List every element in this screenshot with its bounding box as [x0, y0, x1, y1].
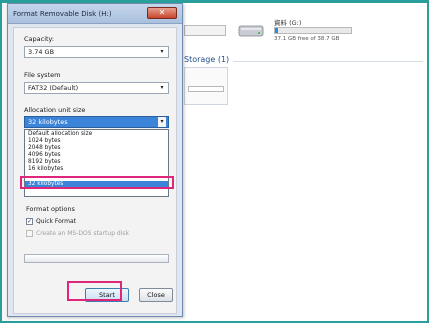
- chevron-down-icon: ▾: [160, 84, 164, 91]
- start-button[interactable]: Start: [85, 288, 129, 302]
- capacity-label: Capacity:: [24, 35, 55, 43]
- allocation-value: 32 kilobytes: [28, 118, 68, 126]
- allocation-dropdown-list: Default allocation size 1024 bytes 2048 …: [24, 129, 169, 197]
- capacity-value: 3.74 GB: [28, 48, 55, 56]
- allocation-option[interactable]: 16 kilobytes: [25, 166, 168, 173]
- chevron-down-icon: ▾: [160, 48, 164, 55]
- format-dialog: Format Removable Disk (H:) ✕ Capacity: 3…: [7, 3, 183, 317]
- filesystem-select[interactable]: FAT32 (Default) ▾: [24, 82, 169, 94]
- allocation-option[interactable]: 1024 bytes: [25, 138, 168, 145]
- dialog-titlebar[interactable]: Format Removable Disk (H:) ✕: [8, 4, 182, 24]
- allocation-option[interactable]: 2048 bytes: [25, 145, 168, 152]
- allocation-select[interactable]: 32 kilobytes ▾: [24, 116, 169, 128]
- section-divider: [233, 61, 423, 62]
- filesystem-label: File system: [24, 71, 61, 79]
- drive-g-item[interactable]: 資料 (G:) 37.1 GB free of 38.7 GB: [238, 17, 388, 45]
- msdos-startup-label: Create an MS-DOS startup disk: [36, 230, 130, 237]
- drive-g-usage-fill: [275, 28, 279, 33]
- checkbox-icon: [26, 230, 33, 237]
- capacity-select[interactable]: 3.74 GB ▾: [24, 46, 169, 58]
- drive-g-name: 資料 (G:): [274, 19, 302, 27]
- format-progress-bar: [24, 254, 169, 263]
- drive-usage-bar: [184, 25, 226, 36]
- allocation-option[interactable]: 8192 bytes: [25, 159, 168, 166]
- dialog-body: Capacity: 3.74 GB ▾ File system FAT32 (D…: [13, 27, 177, 314]
- msdos-startup-checkbox[interactable]: Create an MS-DOS startup disk: [26, 230, 129, 238]
- allocation-label: Allocation unit size: [24, 106, 86, 114]
- drive-g-free-space: 37.1 GB free of 38.7 GB: [274, 36, 340, 42]
- format-options-label: Format options: [26, 205, 75, 213]
- storage-usage-bar: [188, 86, 224, 92]
- allocation-option-selected[interactable]: 32 kilobytes: [25, 181, 168, 189]
- allocation-option[interactable]: 4096 bytes: [25, 152, 168, 159]
- quick-format-label: Quick Format: [36, 218, 77, 225]
- chevron-down-icon: ▾: [158, 117, 166, 127]
- allocation-option[interactable]: Default allocation size: [25, 131, 168, 138]
- storage-section-header[interactable]: Storage (1): [184, 55, 229, 64]
- checkbox-checked-icon: ✓: [26, 218, 33, 225]
- filesystem-value: FAT32 (Default): [28, 84, 79, 92]
- close-button[interactable]: Close: [139, 288, 173, 302]
- dialog-title: Format Removable Disk (H:): [13, 10, 112, 18]
- drive-g-usage-bar: [274, 27, 352, 34]
- storage-device-item[interactable]: [184, 67, 228, 105]
- quick-format-checkbox[interactable]: ✓ Quick Format: [26, 218, 76, 226]
- drive-icon: [238, 25, 264, 37]
- close-icon[interactable]: ✕: [147, 7, 177, 19]
